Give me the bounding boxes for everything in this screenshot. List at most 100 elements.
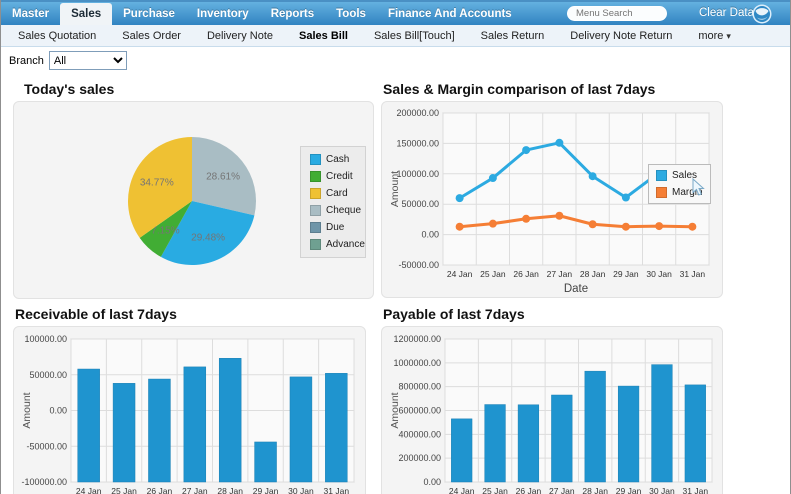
legend-swatch <box>310 239 321 250</box>
bar-27Jan <box>551 395 572 482</box>
legend-label: Credit <box>326 171 353 182</box>
pie-slice-label: 29.48% <box>191 232 225 243</box>
receivable-bar-chart[interactable]: -100000.00-50000.000.0050000.00100000.00… <box>19 332 362 494</box>
y-tick-label: 0.00 <box>421 230 439 240</box>
x-tick-label: 30 Jan <box>288 486 314 494</box>
globe-icon[interactable] <box>752 4 772 29</box>
x-tick-label: 26 Jan <box>147 486 173 494</box>
y-tick-label: -100000.00 <box>21 477 67 487</box>
clear-data-link[interactable]: Clear Data <box>699 7 754 19</box>
x-tick-label: 31 Jan <box>683 486 709 494</box>
submenu-item-sales-quotation[interactable]: Sales Quotation <box>5 30 109 42</box>
y-tick-label: 100000.00 <box>396 169 439 179</box>
legend-swatch <box>656 187 667 198</box>
y-tick-label: -50000.00 <box>26 441 67 451</box>
y-tick-label: 150000.00 <box>396 138 439 148</box>
bar-30Jan <box>290 377 312 482</box>
main-menu-tab-tools[interactable]: Tools <box>325 2 377 25</box>
legend-item-credit: Credit <box>310 171 356 182</box>
submenu-item-label: Sales Bill <box>299 30 348 42</box>
menu-search-input[interactable] <box>567 6 667 21</box>
main-menu-tab-finance-and-accounts[interactable]: Finance And Accounts <box>377 2 523 25</box>
receivable-section: Receivable of last 7days -100000.00-5000… <box>13 299 374 494</box>
pie-legend: CashCreditCardChequeDueAdvance <box>300 146 366 258</box>
payable-bar-chart[interactable]: 0.00200000.00400000.00600000.00800000.00… <box>387 332 719 494</box>
main-menu-tab-inventory[interactable]: Inventory <box>186 2 260 25</box>
sales-point <box>622 194 630 202</box>
y-tick-label: 0.00 <box>49 406 67 416</box>
submenu-item-sales-bill-touch-[interactable]: Sales Bill[Touch] <box>361 30 468 42</box>
todays-sales-panel: 28.61%29.48%7.15%34.77% CashCreditCardCh… <box>13 101 374 299</box>
y-tick-label: 100000.00 <box>24 334 67 344</box>
submenu-item-sales-return[interactable]: Sales Return <box>468 30 558 42</box>
sales-point <box>555 139 563 147</box>
y-tick-label: 200000.00 <box>398 453 441 463</box>
bar-25Jan <box>485 405 506 482</box>
pie-slice-label: 34.77% <box>140 178 174 189</box>
y-axis-label: Amount <box>389 171 401 207</box>
x-axis-label: Date <box>564 283 588 294</box>
x-tick-label: 24 Jan <box>76 486 102 494</box>
sales-margin-title: Sales & Margin comparison of last 7days <box>383 81 723 97</box>
x-tick-label: 29 Jan <box>613 269 639 279</box>
payable-title: Payable of last 7days <box>383 306 723 322</box>
sales-margin-section: Sales & Margin comparison of last 7days … <box>381 74 723 299</box>
bar-30Jan <box>652 365 673 482</box>
bar-28Jan <box>585 371 606 482</box>
submenu-item-sales-order[interactable]: Sales Order <box>109 30 194 42</box>
legend-swatch <box>310 222 321 233</box>
legend-swatch <box>656 170 667 181</box>
x-tick-label: 24 Jan <box>449 486 475 494</box>
main-menu-tab-master[interactable]: Master <box>1 2 60 25</box>
x-tick-label: 27 Jan <box>182 486 208 494</box>
y-tick-label: 800000.00 <box>398 382 441 392</box>
main-menu-tab-purchase[interactable]: Purchase <box>112 2 186 25</box>
pie-slice-label: 7.15% <box>151 226 179 237</box>
todays-sales-section: Today's sales 28.61%29.48%7.15%34.77% Ca… <box>13 74 374 299</box>
sales-point <box>456 194 464 202</box>
y-axis-label: Amount <box>389 392 401 428</box>
x-tick-label: 25 Jan <box>111 486 137 494</box>
top-navbar: MasterSalesPurchaseInventoryReportsTools… <box>1 0 790 25</box>
legend-label: Cash <box>326 154 349 165</box>
main-menu-tab-reports[interactable]: Reports <box>260 2 325 25</box>
bar-26Jan <box>148 379 170 482</box>
main-menu-tab-sales[interactable]: Sales <box>60 3 112 25</box>
submenu-item-label: more <box>698 30 723 42</box>
x-tick-label: 25 Jan <box>482 486 508 494</box>
legend-swatch <box>310 171 321 182</box>
y-tick-label: 50000.00 <box>401 199 439 209</box>
y-axis-label: Amount <box>21 392 33 428</box>
submenu-item-delivery-note[interactable]: Delivery Note <box>194 30 286 42</box>
legend-item-cheque: Cheque <box>310 205 356 216</box>
bar-25Jan <box>113 383 135 482</box>
bar-27Jan <box>184 367 206 482</box>
y-tick-label: -50000.00 <box>398 260 439 270</box>
margin-point <box>622 223 630 231</box>
main-menu: MasterSalesPurchaseInventoryReportsTools… <box>1 2 523 25</box>
submenu-item-label: Sales Return <box>481 30 545 42</box>
x-tick-label: 28 Jan <box>217 486 243 494</box>
bar-29Jan <box>618 386 639 482</box>
margin-point <box>655 222 663 230</box>
submenu-item-sales-bill[interactable]: Sales Bill <box>286 30 361 42</box>
legend-swatch <box>310 154 321 165</box>
dashboard-grid: Today's sales 28.61%29.48%7.15%34.77% Ca… <box>1 74 790 494</box>
bar-29Jan <box>255 442 277 482</box>
x-tick-label: 29 Jan <box>253 486 279 494</box>
sales-point <box>522 146 530 154</box>
submenu-item-delivery-note-return[interactable]: Delivery Note Return <box>557 30 685 42</box>
y-tick-label: 200000.00 <box>396 108 439 118</box>
bar-26Jan <box>518 405 539 482</box>
bar-24Jan <box>78 369 100 482</box>
y-tick-label: 600000.00 <box>398 406 441 416</box>
y-tick-label: 1000000.00 <box>393 358 441 368</box>
legend-label: Advance <box>326 239 365 250</box>
submenu-item-more[interactable]: more▾ <box>685 30 744 42</box>
x-tick-label: 31 Jan <box>680 269 706 279</box>
branch-select[interactable]: All <box>49 51 127 70</box>
submenu-item-label: Delivery Note Return <box>570 30 672 42</box>
margin-point <box>555 212 563 220</box>
branch-label: Branch <box>9 55 44 67</box>
sales-submenu: Sales QuotationSales OrderDelivery Note S… <box>1 25 790 47</box>
